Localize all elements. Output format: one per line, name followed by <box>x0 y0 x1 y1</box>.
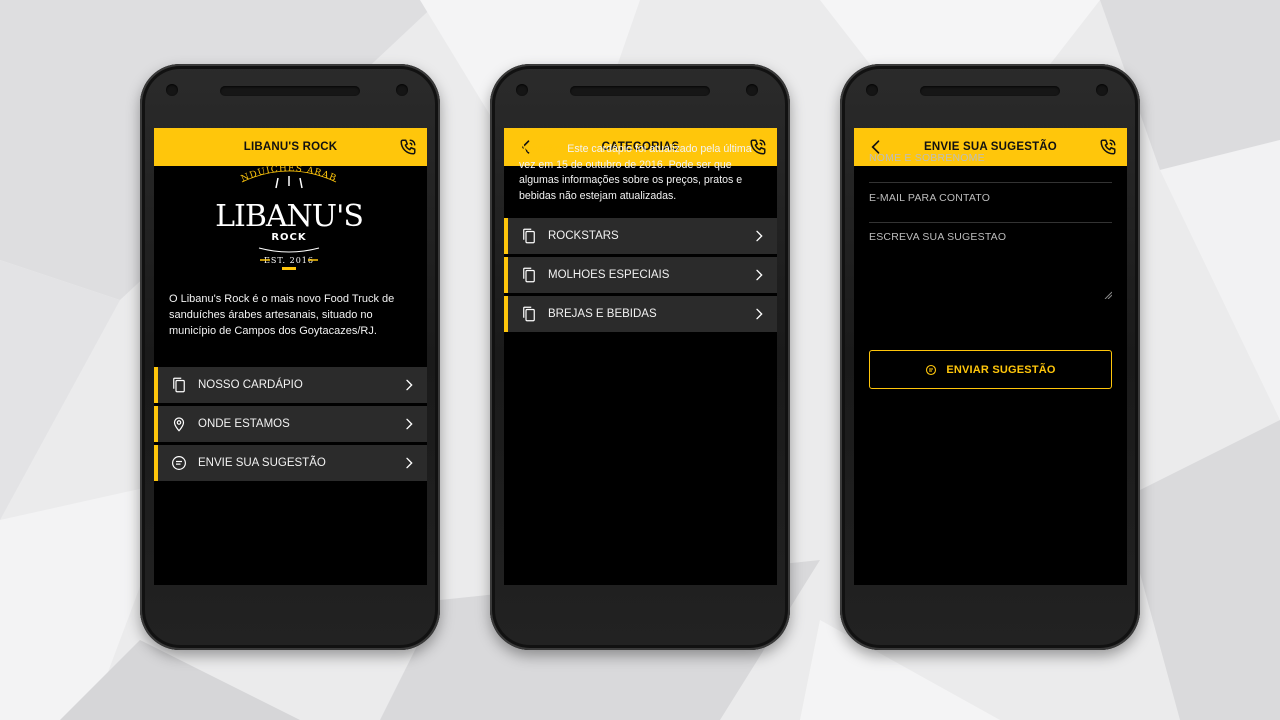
chevron-right-icon <box>756 269 763 281</box>
page-title: LIBANU'S ROCK <box>243 141 338 153</box>
speaker-grille <box>220 86 360 96</box>
chevron-right-icon <box>756 230 763 242</box>
intro-text: O Libanu's Rock é o mais novo Food Truck… <box>169 293 395 337</box>
email-field[interactable]: E-MAIL PARA CONTATO <box>869 192 1112 223</box>
sensor <box>516 84 528 96</box>
svg-text:LIBANU'S: LIBANU'S <box>215 199 363 234</box>
screen-categories: CATEGORIAS Atenção: Este cardápio foi at… <box>504 128 777 585</box>
menu-item-label: NOSSO CARDÁPIO <box>198 379 303 391</box>
menu-item-sugestao[interactable]: ENVIE SUA SUGESTÃO <box>154 445 427 481</box>
chevron-right-icon <box>756 308 763 320</box>
menu-item-cardapio[interactable]: NOSSO CARDÁPIO <box>154 367 427 403</box>
svg-text:EST. 2016: EST. 2016 <box>264 256 314 265</box>
sensor <box>866 84 878 96</box>
name-field[interactable]: NOME E SOBRENOME <box>869 152 1112 183</box>
phone-categories: CATEGORIAS Atenção: Este cardápio foi at… <box>490 64 790 650</box>
category-label: MOLHOES ESPECIAIS <box>548 269 670 281</box>
category-item[interactable]: BREJAS E BEBIDAS <box>504 296 777 332</box>
chevron-right-icon <box>406 379 413 391</box>
send-button-label: ENVIAR SUGESTÃO <box>946 363 1056 376</box>
category-label: ROCKSTARS <box>548 230 619 242</box>
front-camera <box>396 84 408 96</box>
chevron-right-icon <box>406 418 413 430</box>
resize-handle-icon[interactable] <box>1104 291 1112 299</box>
copy-icon <box>523 228 535 244</box>
phone-home: LIBANU'S ROCK SANDUÍCHES ÁRABES LIBANU'S… <box>140 64 440 650</box>
message-field[interactable]: ESCREVA SUA SUGESTAO <box>869 231 1112 299</box>
email-placeholder: E-MAIL PARA CONTATO <box>869 192 991 204</box>
category-item[interactable]: ROCKSTARS <box>504 218 777 254</box>
front-camera <box>1096 84 1108 96</box>
phone-suggestion: ENVIE SUA SUGESTÃO NOME E SOBRENOME E-MA… <box>840 64 1140 650</box>
chat-icon <box>926 364 937 375</box>
chat-icon <box>172 456 186 470</box>
speaker-grille <box>920 86 1060 96</box>
categories-list: ROCKSTARS MOLHOES ESPECIAIS BREJAS E BEB… <box>504 218 777 335</box>
screen-home: LIBANU'S ROCK SANDUÍCHES ÁRABES LIBANU'S… <box>154 128 427 585</box>
phone-call-icon[interactable] <box>399 138 417 156</box>
name-placeholder: NOME E SOBRENOME <box>869 152 985 164</box>
message-placeholder: ESCREVA SUA SUGESTAO <box>869 231 1007 243</box>
menu-item-label: ENVIE SUA SUGESTÃO <box>198 457 326 469</box>
menu-item-label: ONDE ESTAMOS <box>198 418 290 430</box>
category-item[interactable]: MOLHOES ESPECIAIS <box>504 257 777 293</box>
libanus-rock-logo: SANDUÍCHES ÁRABES LIBANU'S ROCK EST. 201… <box>214 156 364 270</box>
copy-icon <box>523 306 535 322</box>
svg-text:SANDUÍCHES ÁRABES: SANDUÍCHES ÁRABES <box>214 156 338 184</box>
map-pin-icon <box>173 417 185 432</box>
speaker-grille <box>570 86 710 96</box>
home-menu: NOSSO CARDÁPIO ONDE ESTAMOS ENVIE SUA SU… <box>154 367 427 484</box>
category-label: BREJAS E BEBIDAS <box>548 308 657 320</box>
menu-item-onde-estamos[interactable]: ONDE ESTAMOS <box>154 406 427 442</box>
front-camera <box>746 84 758 96</box>
send-suggestion-button[interactable]: ENVIAR SUGESTÃO <box>869 350 1112 389</box>
notice-label: Atenção: <box>519 143 565 155</box>
svg-text:ROCK: ROCK <box>271 232 307 243</box>
copy-icon <box>523 267 535 283</box>
sensor <box>166 84 178 96</box>
screen-suggestion: ENVIE SUA SUGESTÃO NOME E SOBRENOME E-MA… <box>854 128 1127 585</box>
chevron-right-icon <box>406 457 413 469</box>
update-notice: Atenção: Este cardápio foi atualizado pe… <box>519 142 764 204</box>
copy-icon <box>173 377 185 393</box>
